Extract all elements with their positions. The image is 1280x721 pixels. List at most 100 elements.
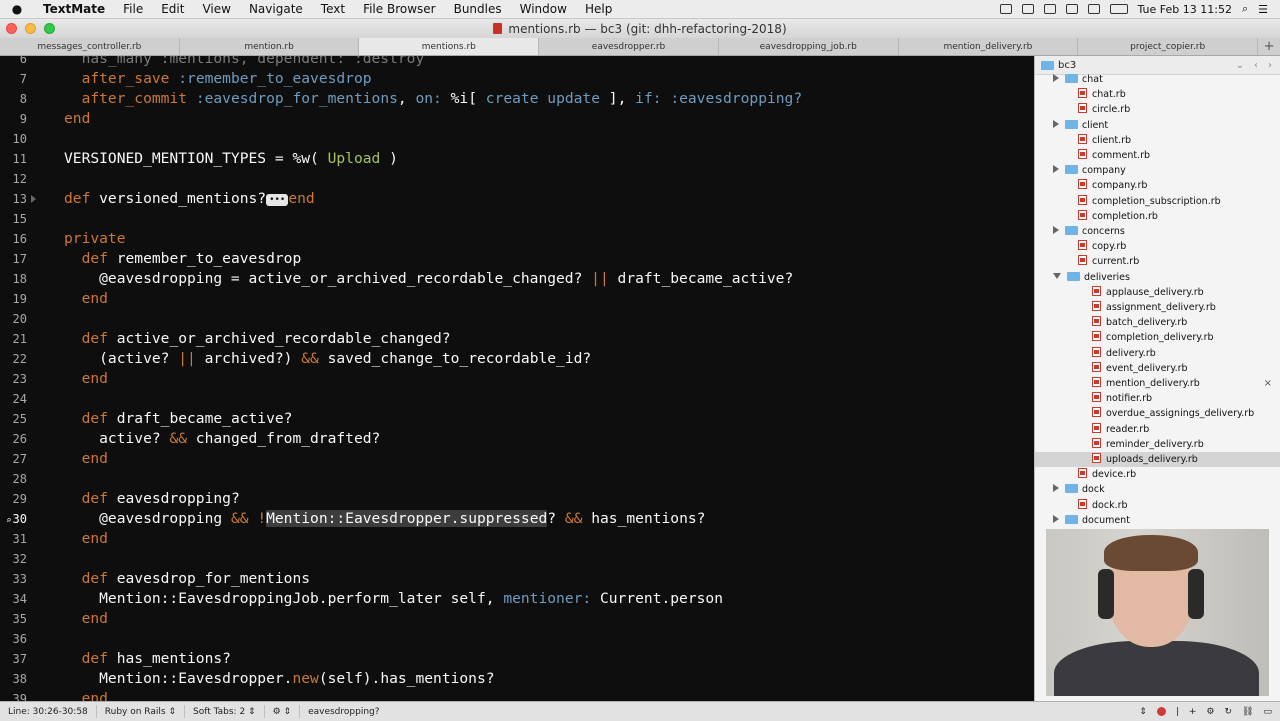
- code-line[interactable]: 26 active? && changed_from_drafted?: [0, 429, 1034, 449]
- add-file-plus-icon[interactable]: +: [1189, 707, 1197, 717]
- disclosure-closed-icon[interactable]: [1053, 226, 1059, 234]
- macro-record-icon[interactable]: [1157, 707, 1166, 716]
- tab-project-copier[interactable]: project_copier.rb: [1078, 38, 1258, 55]
- code-line[interactable]: 38 Mention::Eavesdropper.new(self).has_m…: [0, 669, 1034, 689]
- new-tab-plus-icon[interactable]: +: [1258, 38, 1280, 55]
- code-line[interactable]: 27 end: [0, 449, 1034, 469]
- folder-item[interactable]: deliveries: [1035, 270, 1280, 285]
- grammar-selector[interactable]: Ruby on Rails ⇕: [97, 707, 184, 717]
- file-item[interactable]: applause_delivery.rb: [1035, 285, 1280, 300]
- file-browser-gear-icon[interactable]: ⚙: [1206, 707, 1214, 717]
- file-item[interactable]: client.rb: [1035, 133, 1280, 148]
- file-item[interactable]: completion.rb: [1035, 209, 1280, 224]
- menu-app-name[interactable]: TextMate: [34, 2, 114, 16]
- dropbox-icon[interactable]: [1022, 4, 1034, 14]
- code-line[interactable]: 7 after_save :remember_to_eavesdrop: [0, 69, 1034, 89]
- menu-file[interactable]: File: [114, 2, 152, 16]
- tab-eavesdropping-job[interactable]: eavesdropping_job.rb: [719, 38, 899, 55]
- menu-bundles[interactable]: Bundles: [445, 2, 511, 16]
- refresh-icon[interactable]: ↻: [1225, 707, 1233, 717]
- folder-item[interactable]: document: [1035, 513, 1280, 528]
- code-line[interactable]: 21 def active_or_archived_recordable_cha…: [0, 329, 1034, 349]
- folder-item[interactable]: concerns: [1035, 224, 1280, 239]
- code-line[interactable]: 34 Mention::EavesdroppingJob.perform_lat…: [0, 589, 1034, 609]
- menu-edit[interactable]: Edit: [152, 2, 193, 16]
- spotlight-search-icon[interactable]: ⌕: [1242, 2, 1248, 16]
- tab-mention[interactable]: mention.rb: [180, 38, 360, 55]
- wifi-icon[interactable]: [1066, 4, 1078, 14]
- volume-icon[interactable]: [1088, 4, 1100, 14]
- code-line[interactable]: 13def versioned_mentions?•••end: [0, 189, 1034, 209]
- code-editor[interactable]: 6 has_many :mentions, dependent: :destro…: [0, 56, 1034, 701]
- notification-center-icon[interactable]: ☰: [1258, 3, 1268, 16]
- folder-item[interactable]: chat: [1035, 72, 1280, 87]
- code-line[interactable]: 18 @eavesdropping = active_or_archived_r…: [0, 269, 1034, 289]
- file-item[interactable]: completion_subscription.rb: [1035, 194, 1280, 209]
- menu-file-browser[interactable]: File Browser: [354, 2, 445, 16]
- file-item[interactable]: dock.rb: [1035, 498, 1280, 513]
- code-line[interactable]: 31 end: [0, 529, 1034, 549]
- chevron-down-icon[interactable]: ⌄: [1236, 60, 1244, 71]
- screen-record-icon[interactable]: [1000, 4, 1012, 14]
- code-line[interactable]: 19 end: [0, 289, 1034, 309]
- disclosure-closed-icon[interactable]: [1053, 120, 1059, 128]
- gear-icon[interactable]: ⚙ ⇕: [265, 707, 299, 717]
- file-browser-root[interactable]: bc3: [1058, 60, 1076, 71]
- file-item[interactable]: reader.rb: [1035, 422, 1280, 437]
- code-line[interactable]: 17 def remember_to_eavesdrop: [0, 249, 1034, 269]
- code-line[interactable]: 33 def eavesdrop_for_mentions: [0, 569, 1034, 589]
- menu-help[interactable]: Help: [576, 2, 621, 16]
- file-item[interactable]: company.rb: [1035, 178, 1280, 193]
- code-line[interactable]: 28: [0, 469, 1034, 489]
- file-item[interactable]: completion_delivery.rb: [1035, 330, 1280, 345]
- code-line[interactable]: 36: [0, 629, 1034, 649]
- code-line[interactable]: 9end: [0, 109, 1034, 129]
- file-item[interactable]: comment.rb: [1035, 148, 1280, 163]
- tab-eavesdropper[interactable]: eavesdropper.rb: [539, 38, 719, 55]
- zoom-window-button[interactable]: [44, 23, 55, 34]
- code-line[interactable]: 24: [0, 389, 1034, 409]
- file-item[interactable]: delivery.rb: [1035, 346, 1280, 361]
- fold-toggle-icon[interactable]: [31, 195, 36, 203]
- folder-item[interactable]: dock: [1035, 482, 1280, 497]
- file-item[interactable]: circle.rb: [1035, 102, 1280, 117]
- folder-item[interactable]: client: [1035, 118, 1280, 133]
- file-item[interactable]: mention_delivery.rb×: [1035, 376, 1280, 391]
- tab-mention-delivery[interactable]: mention_delivery.rb: [899, 38, 1079, 55]
- code-line[interactable]: 10: [0, 129, 1034, 149]
- menu-view[interactable]: View: [193, 2, 239, 16]
- code-line[interactable]: 6 has_many :mentions, dependent: :destro…: [0, 56, 1034, 69]
- menu-navigate[interactable]: Navigate: [240, 2, 312, 16]
- code-line[interactable]: 11VERSIONED_MENTION_TYPES = %w( Upload ): [0, 149, 1034, 169]
- code-line[interactable]: 16private: [0, 229, 1034, 249]
- disclosure-closed-icon[interactable]: [1053, 484, 1059, 492]
- back-arrow-icon[interactable]: ‹: [1254, 60, 1258, 71]
- file-item[interactable]: current.rb: [1035, 254, 1280, 269]
- code-line[interactable]: 23 end: [0, 369, 1034, 389]
- code-line[interactable]: 12: [0, 169, 1034, 189]
- file-item[interactable]: reminder_delivery.rb: [1035, 437, 1280, 452]
- file-item[interactable]: assignment_delivery.rb: [1035, 300, 1280, 315]
- menu-window[interactable]: Window: [511, 2, 576, 16]
- folder-item[interactable]: company: [1035, 163, 1280, 178]
- menu-text[interactable]: Text: [312, 2, 354, 16]
- code-line[interactable]: 20: [0, 309, 1034, 329]
- close-file-icon[interactable]: ×: [1264, 376, 1272, 391]
- split-view-icon[interactable]: ▭: [1263, 707, 1272, 717]
- code-line[interactable]: 25 def draft_became_active?: [0, 409, 1034, 429]
- file-item[interactable]: overdue_assignings_delivery.rb: [1035, 406, 1280, 421]
- file-item[interactable]: event_delivery.rb: [1035, 361, 1280, 376]
- disclosure-closed-icon[interactable]: [1053, 165, 1059, 173]
- file-item[interactable]: uploads_delivery.rb: [1035, 452, 1280, 467]
- battery-icon[interactable]: [1110, 4, 1128, 14]
- code-line[interactable]: 37 def has_mentions?: [0, 649, 1034, 669]
- tab-size-selector[interactable]: Soft Tabs: 2 ⇕: [185, 707, 264, 717]
- symbol-selector[interactable]: eavesdropping?: [300, 707, 387, 717]
- code-line[interactable]: 29 def eavesdropping?: [0, 489, 1034, 509]
- close-window-button[interactable]: [6, 23, 17, 34]
- menu-clock[interactable]: Tue Feb 13 11:52: [1138, 3, 1232, 16]
- disclosure-closed-icon[interactable]: [1053, 74, 1059, 82]
- document-proxy-icon[interactable]: [493, 23, 502, 34]
- disclosure-open-icon[interactable]: [1053, 273, 1061, 279]
- code-line[interactable]: 15: [0, 209, 1034, 229]
